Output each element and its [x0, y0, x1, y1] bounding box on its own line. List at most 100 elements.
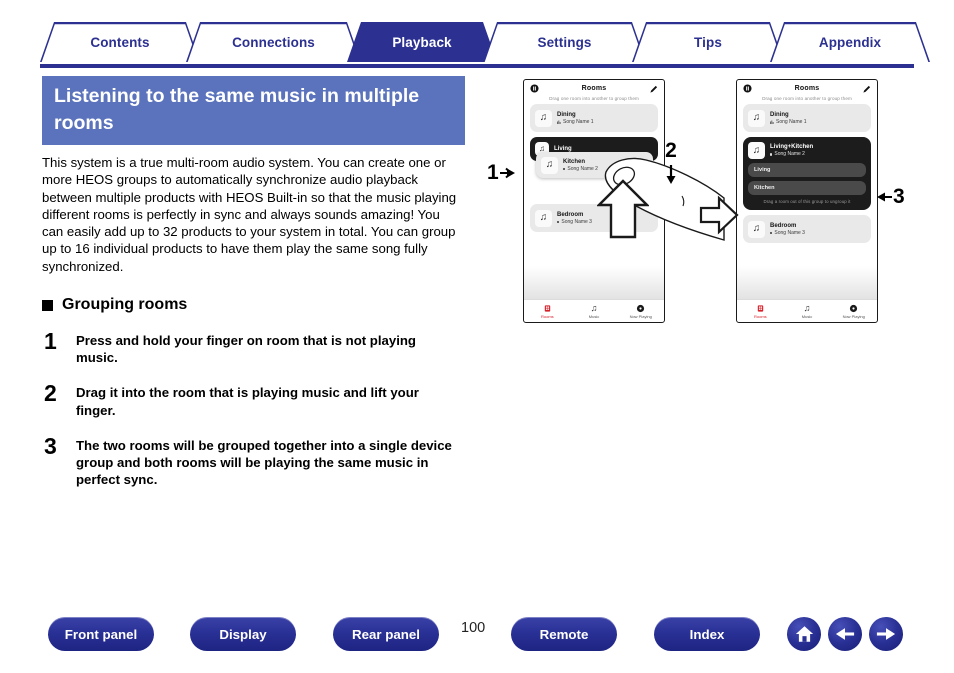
pause-circle-icon[interactable]	[743, 84, 752, 93]
footer-button-remote[interactable]: Remote	[511, 617, 617, 651]
top-tab-bar: Contents Connections Playback Settings T…	[40, 22, 914, 68]
group-member-living[interactable]: Living	[748, 163, 866, 177]
rooms-icon	[544, 304, 551, 312]
room-name: Bedroom	[770, 222, 797, 229]
tab-label: Settings	[537, 34, 592, 50]
song-name: Song Name 2	[774, 151, 805, 157]
step-text: The two rooms will be grouped together i…	[76, 437, 452, 488]
step-item: 3 The two rooms will be grouped together…	[42, 434, 464, 489]
pause-circle-icon[interactable]	[530, 84, 539, 93]
content-column: Listening to the same music in multiple …	[42, 76, 465, 489]
tab-contents[interactable]: Contents	[40, 22, 200, 62]
callout-1: 1	[487, 161, 516, 185]
footer-button-display[interactable]: Display	[190, 617, 296, 651]
room-card-dining[interactable]: ♫ Dining Song Name 1	[530, 104, 658, 132]
room-info: Bedroom Song Name 3	[557, 211, 592, 226]
footer-button-rear-panel[interactable]: Rear panel	[333, 617, 439, 651]
footer-button-label: Rear panel	[352, 626, 420, 642]
nav-item-music[interactable]: ♫ Music	[571, 302, 618, 319]
album-art-icon: ♫	[748, 109, 765, 127]
tab-label: Tips	[694, 34, 722, 50]
edit-pencil-icon[interactable]	[649, 85, 658, 94]
nav-label: Now Playing	[629, 313, 652, 319]
phone1-header: Rooms	[524, 80, 664, 97]
playing-dot-icon	[770, 153, 773, 156]
equalizer-icon	[770, 120, 774, 124]
footer-button-label: Index	[689, 626, 725, 642]
tab-label: Appendix	[818, 34, 882, 50]
equalizer-icon	[557, 120, 561, 124]
playing-dot-icon	[563, 167, 566, 171]
nav-label: Music	[588, 313, 600, 319]
tab-settings[interactable]: Settings	[483, 22, 646, 62]
room-song: Song Name 3	[557, 219, 592, 226]
footer-button-index[interactable]: Index	[654, 617, 760, 651]
page-number: 100	[461, 620, 486, 636]
callout-2: 2	[665, 139, 677, 185]
room-song: Song Name 1	[557, 119, 594, 126]
room-song: Song Name 2	[563, 166, 598, 173]
ungroup-hint: Drag a room out of this group to ungroup…	[763, 199, 851, 204]
room-name: Kitchen	[563, 158, 586, 165]
callout-3: 3	[876, 185, 905, 209]
footer-button-front-panel[interactable]: Front panel	[48, 617, 154, 651]
tab-tips[interactable]: Tips	[632, 22, 784, 62]
room-card-dining[interactable]: ♫ Dining Song Name 1	[743, 104, 871, 132]
now-playing-icon	[637, 304, 645, 312]
room-info: Kitchen Song Name 2	[563, 158, 598, 173]
music-note-icon: ♫	[590, 302, 598, 313]
footer-button-label: Front panel	[64, 626, 138, 642]
home-icon	[795, 626, 813, 642]
edit-pencil-icon[interactable]	[862, 85, 871, 94]
nav-item-rooms[interactable]: Rooms	[737, 304, 784, 319]
nav-label: Rooms	[754, 313, 767, 319]
phone1-bottom-nav: Rooms ♫ Music Now Playing	[524, 299, 664, 322]
room-name: Dining	[557, 111, 576, 118]
nav-item-music[interactable]: ♫ Music	[784, 302, 831, 319]
tab-list: Contents Connections Playback Settings T…	[40, 22, 914, 62]
room-card-bedroom[interactable]: ♫ Bedroom Song Name 3	[743, 215, 871, 243]
step-text: Drag it into the room that is playing mu…	[76, 385, 419, 418]
rooms-icon	[757, 304, 764, 312]
footer-forward-button[interactable]	[869, 617, 903, 651]
album-art-icon: ♫	[541, 156, 558, 174]
song-name: Song Name 1	[776, 118, 807, 125]
music-note-icon: ♫	[803, 302, 811, 313]
tab-playback[interactable]: Playback	[347, 22, 497, 62]
group-member-label: Living	[754, 167, 771, 173]
tab-label: Playback	[392, 34, 452, 50]
group-member-label: Kitchen	[754, 185, 775, 191]
song-name: Song Name 3	[561, 218, 592, 225]
tab-appendix[interactable]: Appendix	[770, 22, 930, 62]
nav-item-now-playing[interactable]: Now Playing	[617, 304, 664, 319]
footer-back-button[interactable]	[828, 617, 862, 651]
arrow-right-icon	[499, 167, 515, 179]
press-up-arrow-icon	[597, 179, 649, 239]
playing-dot-icon	[770, 231, 773, 235]
phone2-room-list: ♫ Dining Song Name 1 ♫ Living+Kitchen So…	[737, 104, 877, 243]
forward-arrow-icon	[876, 628, 896, 640]
footer-button-label: Remote	[539, 626, 589, 642]
room-info: Bedroom Song Name 3	[770, 222, 805, 237]
nav-item-rooms[interactable]: Rooms	[524, 304, 571, 319]
arrow-left-icon	[877, 192, 892, 202]
callout-1-number: 1	[487, 161, 499, 184]
group-info: Living+Kitchen Song Name 2	[770, 143, 813, 158]
arrow-down-icon	[666, 165, 676, 184]
tab-connections[interactable]: Connections	[186, 22, 361, 62]
now-playing-icon	[850, 304, 858, 312]
group-member-kitchen[interactable]: Kitchen	[748, 181, 866, 195]
phone2-title: Rooms	[794, 85, 820, 92]
tab-baseline	[40, 64, 914, 68]
step-text: Press and hold your finger on room that …	[76, 333, 416, 366]
back-arrow-icon	[835, 628, 855, 640]
step-number: 1	[44, 328, 57, 355]
phone2-gradient	[737, 266, 877, 300]
nav-item-now-playing[interactable]: Now Playing	[830, 304, 877, 319]
album-art-icon: ♫	[535, 209, 552, 227]
song-name: Song Name 3	[774, 229, 805, 236]
footer-home-button[interactable]	[787, 617, 821, 651]
tab-label: Contents	[90, 34, 150, 50]
room-song: Song Name 3	[770, 230, 805, 237]
group-card-living-kitchen[interactable]: ♫ Living+Kitchen Song Name 2 Living Kitc…	[743, 137, 871, 210]
